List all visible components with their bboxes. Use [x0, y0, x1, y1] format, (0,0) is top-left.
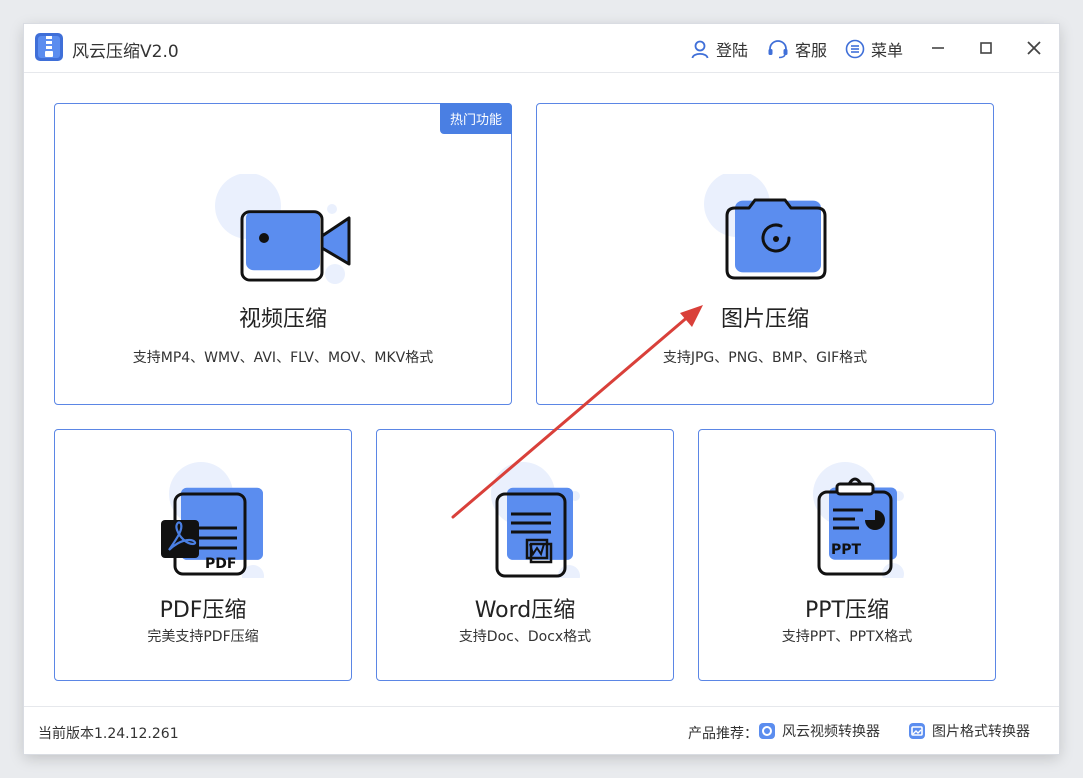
video-compress-card[interactable]: 热门功能 视频压缩 支持MP4、WMV、AVI、FLV、MOV、MKV格式	[54, 103, 512, 405]
ppt-compress-card[interactable]: PPT PPT压缩 支持PPT、PPTX格式	[698, 429, 996, 681]
image-converter-label: 图片格式转换器	[932, 724, 1030, 740]
svg-text:PDF: PDF	[205, 556, 236, 572]
pdf-document-icon: PDF	[161, 462, 264, 578]
ppt-card-desc: 支持PPT、PPTX格式	[781, 629, 913, 645]
pdf-compress-card[interactable]: PDF PDF压缩 完美支持PDF压缩	[54, 429, 352, 681]
pdf-card-desc: 完美支持PDF压缩	[147, 629, 259, 645]
video-camera-icon	[215, 174, 351, 284]
image-converter-icon	[909, 723, 925, 739]
title-bar: 风云压缩V2.0 登陆 客服 菜单	[24, 24, 1059, 73]
video-converter-icon	[759, 723, 775, 739]
image-card-title: 图片压缩	[720, 307, 809, 332]
ppt-clipboard-icon: PPT	[813, 462, 904, 578]
video-card-title: 视频压缩	[238, 307, 327, 332]
minimize-button[interactable]	[926, 36, 950, 60]
menu-label: 菜单	[871, 41, 904, 60]
service-label: 客服	[795, 41, 828, 60]
image-card-desc: 支持JPG、PNG、BMP、GIF格式	[662, 350, 868, 366]
word-card-title: Word压缩	[474, 598, 576, 623]
user-icon	[691, 40, 709, 59]
image-converter-link[interactable]: 图片格式转换器	[908, 721, 1030, 741]
status-footer: 当前版本1.24.12.261 产品推荐： 风云视频转换器 图片格式转换器	[24, 706, 1059, 755]
svg-text:PPT: PPT	[831, 542, 862, 558]
login-label: 登陆	[716, 41, 749, 60]
maximize-button[interactable]	[974, 36, 998, 60]
login-button[interactable]: 登陆	[690, 37, 748, 61]
word-card-desc: 支持Doc、Docx格式	[458, 629, 592, 645]
image-compress-card[interactable]: 图片压缩 支持JPG、PNG、BMP、GIF格式	[536, 103, 994, 405]
headset-icon	[768, 40, 788, 59]
menu-button[interactable]: 菜单	[845, 37, 903, 61]
video-card-desc: 支持MP4、WMV、AVI、FLV、MOV、MKV格式	[132, 350, 434, 366]
ppt-card-title: PPT压缩	[805, 598, 889, 623]
pdf-card-title: PDF压缩	[159, 598, 247, 623]
word-compress-card[interactable]: Word压缩 支持Doc、Docx格式	[376, 429, 674, 681]
customer-service-button[interactable]: 客服	[767, 37, 827, 61]
recommend-label: 产品推荐：	[688, 726, 758, 742]
zip-file-icon	[35, 33, 63, 61]
hot-feature-badge: 热门功能	[439, 103, 512, 134]
version-text: 当前版本1.24.12.261	[38, 726, 179, 742]
video-converter-link[interactable]: 风云视频转换器	[758, 721, 880, 741]
menu-list-icon	[845, 39, 865, 59]
app-title: 风云压缩V2.0	[72, 42, 179, 62]
camera-icon	[704, 174, 827, 280]
close-button[interactable]	[1022, 36, 1046, 60]
app-window: 风云压缩V2.0 登陆 客服 菜单 热门功能 视频压缩 支持MP4、WMV、AV…	[24, 24, 1059, 754]
video-converter-label: 风云视频转换器	[782, 724, 880, 740]
word-document-icon	[491, 462, 580, 578]
